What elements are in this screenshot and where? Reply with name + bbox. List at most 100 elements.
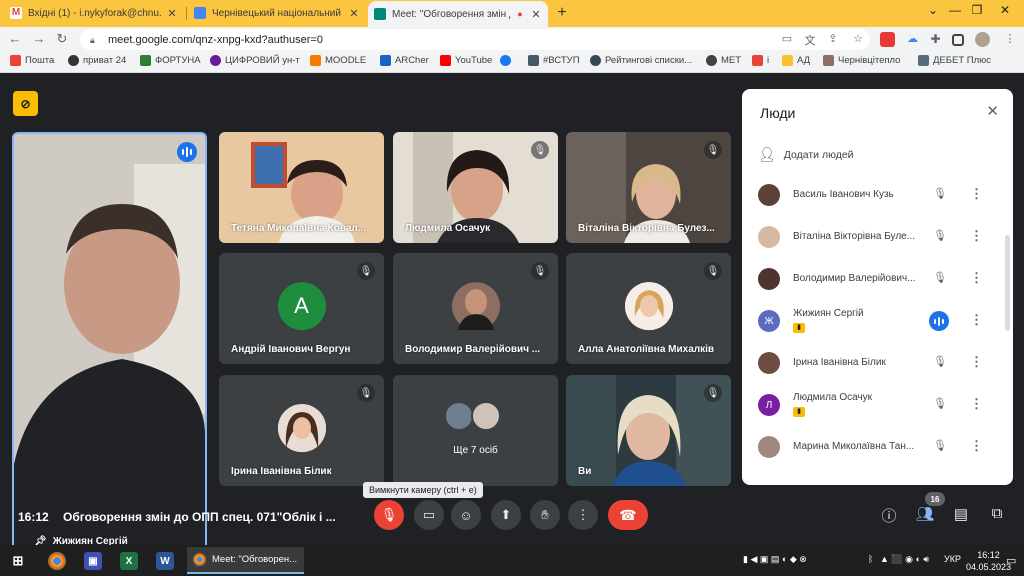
close-icon[interactable]: ✕ — [986, 102, 999, 120]
chrome-icon[interactable] — [48, 552, 66, 570]
reload-icon[interactable]: ↻ — [53, 31, 71, 47]
mic-toggle-button[interactable]: 🎙︎ — [374, 500, 404, 530]
people-icon[interactable]: 👥︎ — [914, 505, 936, 523]
bookmark-item[interactable] — [500, 55, 515, 66]
back-icon[interactable]: ← — [6, 31, 24, 46]
close-icon[interactable]: ✕ — [530, 8, 542, 21]
save-disk-icon[interactable]: ▣ — [84, 552, 102, 570]
scrollbar[interactable] — [1005, 235, 1010, 331]
more-options-icon[interactable]: ⋮ — [970, 228, 983, 244]
bookmark-item[interactable]: ЦИФРОВИЙ ун-т — [210, 55, 300, 66]
bookmark-item[interactable]: Пошта — [10, 55, 54, 66]
bluetooth-icon[interactable]: ᛒ — [868, 554, 873, 564]
bookmark-item[interactable]: АД — [782, 55, 810, 66]
word-icon[interactable]: W — [156, 552, 174, 570]
mic-off-icon[interactable]: 🎙︎ — [932, 187, 948, 200]
close-window-icon[interactable]: ✕ — [990, 3, 1020, 17]
cloud-icon[interactable]: ☁ — [905, 32, 920, 47]
bookmark-item[interactable]: ФОРТУНА — [140, 55, 201, 66]
bookmark-item[interactable]: приват 24 — [68, 55, 126, 66]
video-tile[interactable]: 🎙︎ Віталіна Вікторівна Булез... — [566, 132, 731, 243]
system-tray-icons[interactable]: ▲ ⬛ ◉ ◐ 🔊︎ — [880, 554, 929, 565]
mic-off-icon[interactable]: 🎙︎ — [932, 397, 948, 410]
more-options-icon[interactable]: ⋮ — [970, 270, 983, 286]
excel-icon[interactable]: X — [120, 552, 138, 570]
bookmark-item[interactable]: Рейтингові списки... — [590, 55, 692, 66]
recording-indicator-icon[interactable]: ⊘ — [13, 91, 38, 116]
speaking-indicator-icon — [177, 142, 197, 162]
video-tile[interactable]: 🎙︎ Володимир Валерійович ... — [393, 253, 558, 364]
list-item[interactable]: 🎙︎ — [742, 167, 1004, 175]
reactions-button[interactable]: ☺ — [451, 500, 481, 530]
info-icon[interactable]: ⓘ — [878, 505, 900, 526]
camera-toggle-button[interactable]: ▭ — [414, 500, 444, 530]
bookmark-star-icon[interactable]: ☆ — [851, 32, 865, 45]
language-indicator[interactable]: УКР — [944, 554, 961, 564]
sidepanel-icon[interactable] — [952, 34, 964, 46]
activities-icon[interactable]: ⧉ — [986, 505, 1008, 522]
more-options-icon[interactable]: ⋮ — [970, 186, 983, 202]
list-item[interactable]: Ірина Іванівна Білик 🎙︎ ⋮ — [742, 343, 1004, 385]
windows-start-icon[interactable]: ⊞ — [9, 552, 27, 570]
list-item[interactable]: Ж Жижиян Сергій ▮ ⋮ — [742, 301, 1004, 343]
bookmark-item[interactable]: i — [752, 55, 769, 66]
list-item[interactable]: Віталіна Вікторівна Буле... 🎙︎ ⋮ — [742, 217, 1004, 259]
new-tab-icon[interactable]: + — [553, 4, 571, 22]
extension-icon[interactable] — [880, 32, 895, 47]
add-people-button[interactable]: 👤︎ Додати людей — [758, 146, 854, 163]
more-options-icon[interactable]: ⋮ — [970, 312, 983, 328]
bookmark-item[interactable]: MOODLE — [310, 55, 366, 66]
translate-icon[interactable]: 文 — [803, 32, 817, 48]
tab-gmail[interactable]: M Вхідні (1) - i.nykyforak@chnu.edu ✕ — [4, 2, 184, 24]
bookmark-item[interactable]: #ВСТУП — [528, 55, 580, 66]
tile-name: Людмила Осачук — [405, 223, 491, 234]
mic-off-icon[interactable]: 🎙︎ — [932, 355, 948, 368]
mic-off-icon[interactable]: 🎙︎ — [932, 271, 948, 284]
system-clock[interactable]: 16:12 04.05.2023 — [966, 549, 1011, 573]
others-tile[interactable]: Ще 7 осіб — [393, 375, 558, 486]
more-options-icon[interactable]: ⋮ — [970, 396, 983, 412]
video-tile-speaker[interactable]: 📌︎ Жижиян Сергій — [12, 132, 207, 558]
restore-icon[interactable]: ❐ — [962, 3, 992, 17]
camera-icon[interactable]: ▭ — [780, 32, 794, 45]
bookmark-item[interactable]: ARCher — [380, 55, 429, 66]
bookmark-item[interactable]: ДЕБЕТ Плюс — [918, 55, 991, 66]
extensions-puzzle-icon[interactable]: ✚ — [928, 32, 943, 47]
bookmark-item[interactable]: МЕТ — [706, 55, 741, 66]
chat-icon[interactable]: ▤ — [950, 505, 972, 523]
present-button[interactable]: ⬆ — [491, 500, 521, 530]
tab-university[interactable]: Чернівецький національний ун ✕ — [188, 2, 366, 24]
close-icon[interactable]: ✕ — [348, 7, 360, 20]
url-field[interactable]: 🔒︎ meet.google.com/qnz-xnpg-kxd?authuser… — [80, 29, 870, 50]
taskbar-app-meet[interactable]: Meet: "Обговорен... — [187, 547, 304, 574]
leave-call-button[interactable]: ☎︎ — [608, 500, 648, 530]
raise-hand-button[interactable]: ✋︎ — [530, 500, 560, 530]
notifications-icon[interactable]: ▭ — [1006, 554, 1016, 567]
mic-off-icon[interactable]: 🎙︎ — [932, 439, 948, 452]
video-tile[interactable]: 🎙︎ Людмила Осачук — [393, 132, 558, 243]
list-item[interactable]: Василь Іванович Кузь 🎙︎ ⋮ — [742, 175, 1004, 217]
more-options-icon[interactable]: ⋮ — [970, 438, 983, 454]
forward-icon[interactable]: → — [30, 31, 48, 46]
mic-off-icon[interactable]: 🎙︎ — [932, 229, 948, 242]
tray-icons[interactable]: ▮ ◀ ▣ ▤ ◐ ◆ ⊗ — [743, 554, 807, 565]
hang-up-icon: ☎︎ — [619, 506, 637, 523]
more-options-icon[interactable]: ⋮ — [970, 354, 983, 370]
bookmark-item[interactable]: YouTube — [440, 55, 492, 66]
menu-dots-icon[interactable]: ⋮ — [1003, 32, 1017, 45]
bookmark-item[interactable]: Чернівцітепло — [823, 55, 900, 66]
video-tile[interactable]: А 🎙︎ Андрій Іванович Вергун — [219, 253, 384, 364]
tab-meet[interactable]: Meet: "Обговорення змін д ● ✕ — [368, 1, 548, 27]
list-item[interactable]: Володимир Валерійович... 🎙︎ ⋮ — [742, 259, 1004, 301]
video-tile[interactable]: 🎙︎ Алла Анатоліївна Михалків — [566, 253, 731, 364]
list-item[interactable]: Марина Миколаївна Тан... 🎙︎ ⋮ — [742, 427, 1004, 469]
more-options-button[interactable]: ⋮ — [568, 500, 598, 530]
tile-name: Тетяна Миколаївна Ковал... — [231, 223, 367, 234]
list-item[interactable]: Л Людмила Осачук ▮ 🎙︎ ⋮ — [742, 385, 1004, 427]
share-icon[interactable]: ⇪ — [826, 32, 840, 45]
video-tile-self[interactable]: 🎙︎ Ви — [566, 375, 731, 486]
profile-avatar[interactable] — [975, 32, 990, 47]
video-tile[interactable]: Тетяна Миколаївна Ковал... — [219, 132, 384, 243]
close-icon[interactable]: ✕ — [166, 7, 178, 20]
video-tile[interactable]: 🎙︎ Ірина Іванівна Білик — [219, 375, 384, 486]
